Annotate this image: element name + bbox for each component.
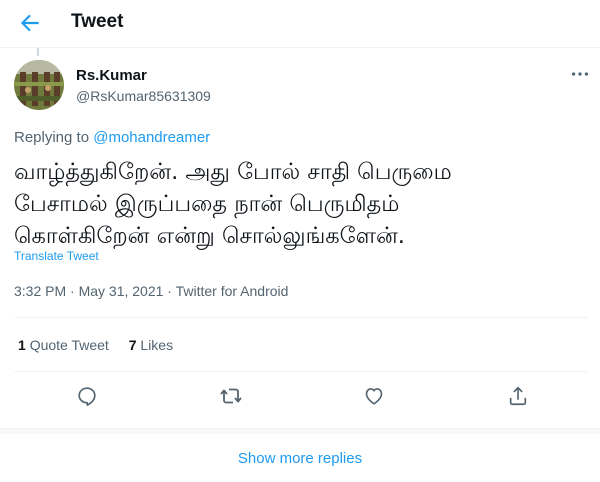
retweet-icon [220,388,242,404]
arrow-left-icon[interactable] [16,10,44,36]
tweet-text-line: கொள்கிறேன் என்று சொல்லுங்களேன். [14,223,405,249]
likes-stat[interactable]: 7 Likes [129,337,173,353]
quote-count: 1 [18,337,26,353]
more-options-icon[interactable] [569,63,591,85]
tweet-text: வாழ்த்துகிறேன். அது போல் சாதி பெருமை பேச… [14,156,574,252]
thread-connector [37,48,39,56]
share-button[interactable] [504,382,532,410]
engagement-stats: 1 Quote Tweet 7 Likes [18,337,189,353]
section-separator [0,428,600,434]
top-bar: Tweet [0,0,600,48]
show-more-replies-link[interactable]: Show more replies [0,450,600,467]
tweet-text-line: பேசாமல் இருப்பதை நான் பெருமிதம் [14,191,400,217]
likes-label: Likes [140,337,174,353]
avatar[interactable] [14,60,64,110]
like-button[interactable] [360,382,388,410]
replying-to: Replying to @mohandreamer [14,129,210,146]
replying-prefix: Replying to [14,129,90,146]
tweet-text-line: வாழ்த்துகிறேன். அது போல் சாதி பெருமை [14,159,452,185]
divider [14,317,588,318]
retweet-button[interactable] [217,382,245,410]
quote-label: Quote Tweet [29,337,109,353]
author-handle[interactable]: @RsKumar85631309 [76,88,211,104]
quote-tweets-stat[interactable]: 1 Quote Tweet [18,337,109,353]
like-icon [365,388,383,405]
author-name[interactable]: Rs.Kumar [76,67,147,84]
tweet-timestamp[interactable]: 3:32 PM · May 31, 2021 · Twitter for And… [14,283,288,299]
mention-link[interactable]: @mohandreamer [93,129,210,146]
share-icon [509,386,527,406]
translate-tweet-link[interactable]: Translate Tweet [14,249,99,263]
reply-icon [78,387,96,406]
page-title: Tweet [71,11,124,32]
divider [14,371,588,372]
avatar-image [14,60,64,110]
action-bar [14,382,588,410]
reply-button[interactable] [73,382,101,410]
likes-count: 7 [128,337,137,353]
